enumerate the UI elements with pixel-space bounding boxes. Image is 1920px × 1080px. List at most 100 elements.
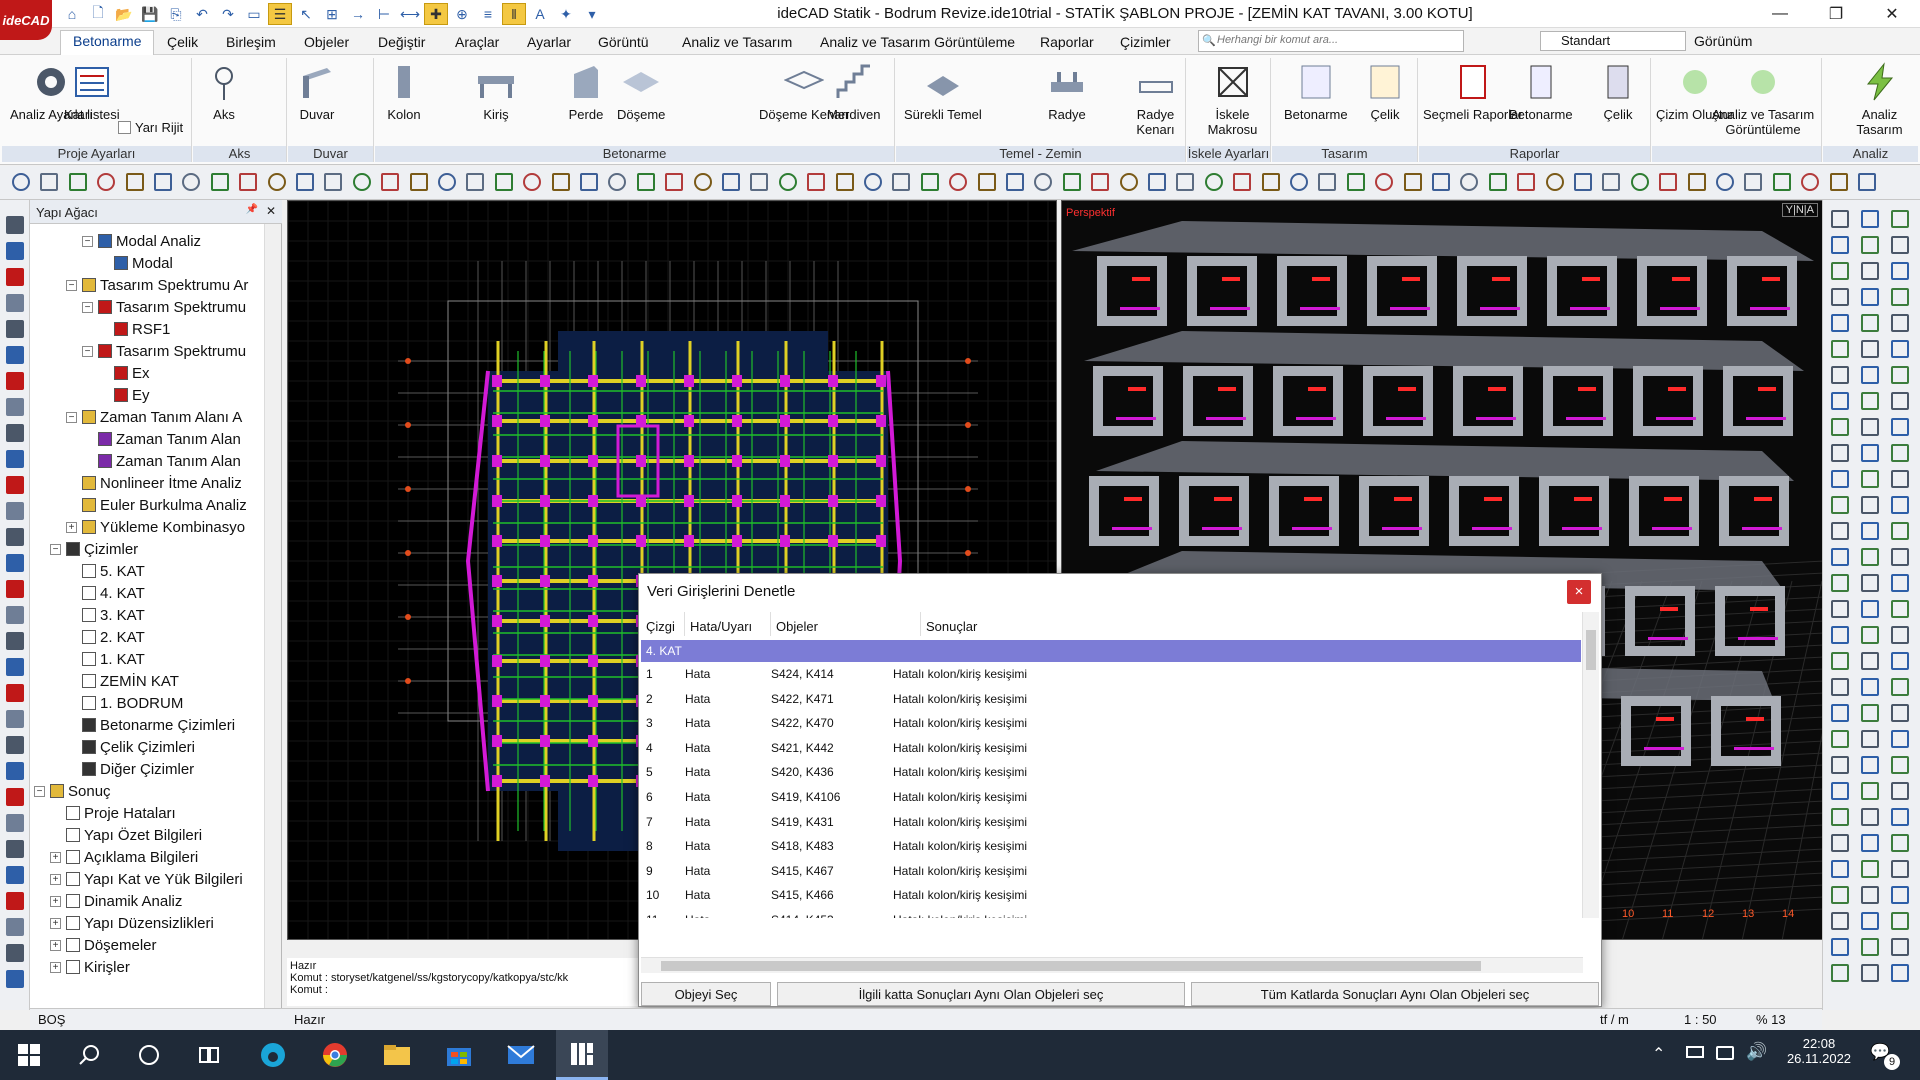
surekli-temel-button[interactable]: Sürekli Temel <box>904 60 982 122</box>
right-tool-icon[interactable] <box>1861 834 1879 852</box>
restore-button[interactable]: ❐ <box>1808 0 1864 28</box>
left-tool-icon[interactable] <box>6 606 24 624</box>
tree-item[interactable]: + Yükleme Kombinasyo <box>66 516 245 538</box>
duvar-button[interactable]: Duvar <box>296 60 338 122</box>
select-same-floor-button[interactable]: İlgili katta Sonuçları Aynı Olan Objeler… <box>777 982 1185 1006</box>
snap-icon[interactable]: ✚ <box>424 3 448 25</box>
right-tool-icon[interactable] <box>1861 704 1879 722</box>
right-tool-icon[interactable] <box>1861 418 1879 436</box>
tree-item[interactable]: + Yapı Düzensizlikleri <box>50 912 214 934</box>
cursor-icon[interactable]: ↖ <box>294 3 318 25</box>
left-tool-icon[interactable] <box>6 658 24 676</box>
tree-item[interactable]: 4. KAT <box>66 582 145 604</box>
column-header-objeler[interactable]: Objeler <box>771 612 921 636</box>
left-tool-icon[interactable] <box>6 814 24 832</box>
tree-toggle-icon[interactable]: + <box>50 851 61 863</box>
left-tool-icon[interactable] <box>6 762 24 780</box>
tree-item[interactable]: Ey <box>98 384 150 406</box>
lineweight-icon[interactable] <box>1318 173 1337 191</box>
track-icon[interactable] <box>1290 173 1308 191</box>
right-tool-icon[interactable] <box>1891 860 1909 878</box>
column-header-sonuclar[interactable]: Sonuçlar <box>921 612 1581 636</box>
left-tool-icon[interactable] <box>6 554 24 572</box>
tree-toggle-icon[interactable]: − <box>82 235 93 247</box>
dim-icon[interactable]: ⟷ <box>398 3 422 25</box>
tab-goruntu[interactable]: Görüntü <box>586 32 661 54</box>
insert-icon[interactable] <box>835 173 854 191</box>
grid-icon[interactable]: ⊞ <box>320 3 344 25</box>
right-tool-icon[interactable] <box>1861 548 1879 566</box>
style-select[interactable]: Standart <box>1540 31 1686 51</box>
right-tool-icon[interactable] <box>1861 886 1879 904</box>
right-tool-icon[interactable] <box>1861 626 1879 644</box>
right-tool-icon[interactable] <box>1891 418 1909 436</box>
start-icon[interactable] <box>14 1040 44 1070</box>
status-scale[interactable]: 1 : 50 <box>1684 1012 1717 1027</box>
tab-ayarlar[interactable]: Ayarlar <box>515 32 583 54</box>
right-tool-icon[interactable] <box>1891 470 1909 488</box>
grid-horizontal-scrollbar[interactable] <box>641 957 1583 973</box>
tree-item[interactable]: 1. BODRUM <box>66 692 183 714</box>
right-tool-icon[interactable] <box>1831 418 1849 436</box>
right-tool-icon[interactable] <box>1831 210 1849 228</box>
view-cube[interactable]: Y|N|A <box>1781 203 1818 217</box>
zoom-extents-icon[interactable] <box>40 173 59 191</box>
image-icon[interactable] <box>778 173 797 191</box>
tree-item[interactable]: Modal <box>98 252 173 274</box>
right-tool-icon[interactable] <box>1891 444 1909 462</box>
volume-icon[interactable]: 🔊 <box>1746 1042 1767 1062</box>
left-tool-icon[interactable] <box>6 866 24 884</box>
right-tool-icon[interactable] <box>1861 262 1879 280</box>
array-icon[interactable] <box>551 173 570 191</box>
tree-item[interactable]: Zaman Tanım Alan <box>82 450 241 472</box>
detail-icon[interactable] <box>1716 173 1734 191</box>
dropdown-icon[interactable]: ▾ <box>580 3 604 25</box>
right-tool-icon[interactable] <box>1891 210 1909 228</box>
mail-icon[interactable] <box>506 1040 536 1070</box>
tab-betonarme[interactable]: Betonarme <box>60 30 155 55</box>
rapor-celik-button[interactable]: Çelik <box>1597 60 1639 122</box>
kiris-button[interactable]: Kiriş <box>475 60 517 122</box>
left-tool-icon[interactable] <box>6 788 24 806</box>
right-tool-icon[interactable] <box>1831 444 1849 462</box>
open-folder-icon[interactable]: 📂 <box>112 3 136 25</box>
grid-vertical-scrollbar[interactable] <box>1582 612 1599 918</box>
right-tool-icon[interactable] <box>1831 262 1849 280</box>
table-row[interactable]: 4 Hata S421, K442 Hatalı kolon/kiriş kesişi… <box>641 736 1583 760</box>
move-icon[interactable] <box>210 173 229 191</box>
close-icon[interactable]: ✕ <box>266 204 276 218</box>
tree-item[interactable]: Ex <box>98 362 150 384</box>
rectangle-icon[interactable] <box>977 173 996 191</box>
right-tool-icon[interactable] <box>1831 704 1849 722</box>
analiz-tasarim-button[interactable]: Analiz Tasarım <box>1841 60 1918 137</box>
right-tool-icon[interactable] <box>1891 236 1909 254</box>
tab-raporlar[interactable]: Raporlar <box>1028 32 1106 54</box>
status-zoom[interactable]: % 13 <box>1756 1012 1786 1027</box>
tree-item[interactable]: Euler Burkulma Analiz <box>66 494 247 516</box>
left-tool-icon[interactable] <box>6 476 24 494</box>
left-tool-icon[interactable] <box>6 242 24 260</box>
right-tool-icon[interactable] <box>1861 444 1879 462</box>
text-icon[interactable]: A <box>528 3 552 25</box>
right-tool-icon[interactable] <box>1861 496 1879 514</box>
spline-icon[interactable] <box>949 173 968 191</box>
analiz-tasarim-goruntuleme-button[interactable]: Analiz ve Tasarım Görüntüleme <box>1708 60 1818 137</box>
tree-toggle-icon[interactable]: − <box>50 543 61 555</box>
select-icon[interactable] <box>1460 173 1479 191</box>
tree-toggle-icon[interactable]: + <box>50 961 61 973</box>
right-tool-icon[interactable] <box>1891 652 1909 670</box>
column-header-hata[interactable]: Hata/Uyarı <box>685 612 771 636</box>
window-icon[interactable]: ▭ <box>242 3 266 25</box>
right-tool-icon[interactable] <box>1831 314 1849 332</box>
right-tool-icon[interactable] <box>1861 808 1879 826</box>
tree-toggle-icon[interactable]: + <box>50 917 61 929</box>
select-object-button[interactable]: Objeyi Seç <box>641 982 771 1006</box>
tree-item[interactable]: 1. KAT <box>66 648 145 670</box>
layers-icon[interactable]: ☰ <box>268 3 292 25</box>
left-tool-icon[interactable] <box>6 710 24 728</box>
tasarim-celik-button[interactable]: Çelik <box>1364 60 1406 122</box>
file-explorer-icon[interactable] <box>382 1040 412 1070</box>
table-icon[interactable] <box>750 173 769 191</box>
right-tool-icon[interactable] <box>1891 262 1909 280</box>
left-tool-icon[interactable] <box>6 450 24 468</box>
